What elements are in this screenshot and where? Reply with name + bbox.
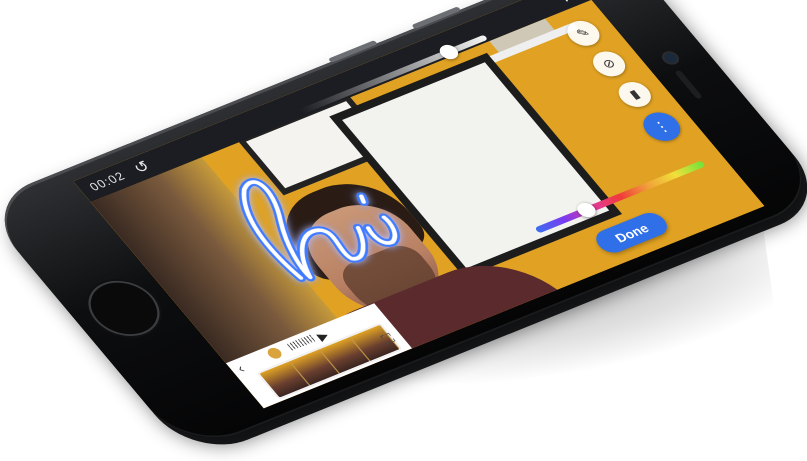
volume-up-button[interactable] (411, 6, 462, 30)
avatar (264, 346, 285, 361)
home-button[interactable] (77, 274, 171, 343)
handwritten-hi-stroke (238, 178, 400, 282)
volume-down-button[interactable] (327, 40, 378, 63)
earpiece-speaker (674, 69, 703, 100)
timeline-scrubber[interactable] (286, 334, 317, 351)
undo-icon[interactable]: ↺ (129, 157, 155, 178)
chevron-left-icon[interactable]: ‹ (233, 361, 248, 376)
play-icon[interactable]: ▶ (314, 329, 332, 344)
front-camera (661, 51, 680, 65)
